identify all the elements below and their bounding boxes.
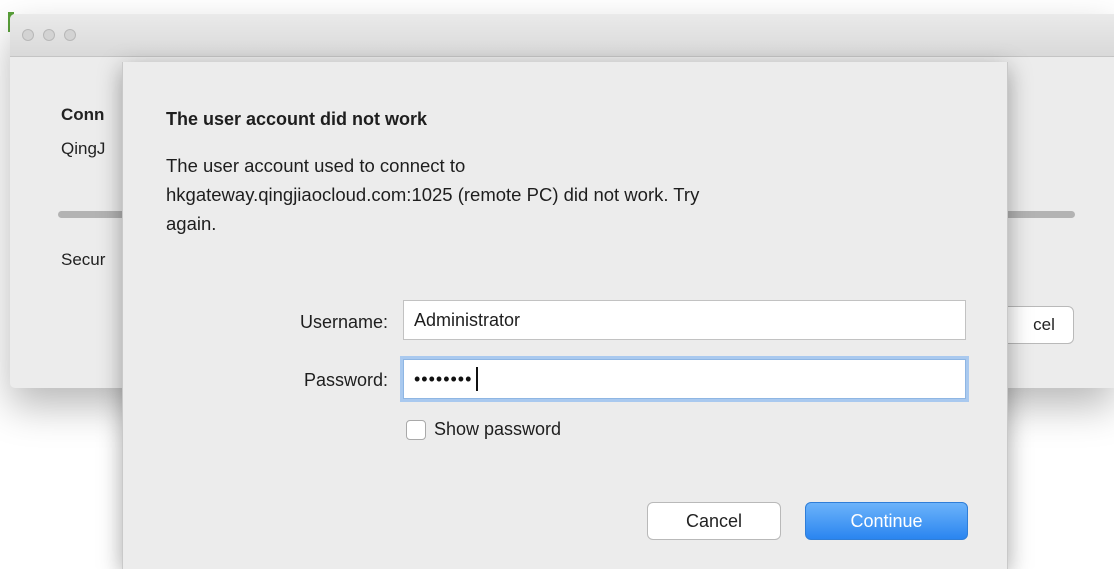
dialog-message-line: hkgateway.qingjiaocloud.com:1025 (remote… — [166, 184, 700, 205]
password-label: Password: — [303, 370, 388, 390]
connection-progress-bar-right — [1006, 211, 1075, 218]
show-password-toggle[interactable]: Show password — [406, 419, 561, 440]
continue-button[interactable]: Continue — [805, 502, 968, 540]
background-content-left: Conn QingJ Secur — [10, 14, 123, 388]
dialog-title: The user account did not work — [166, 109, 428, 129]
username-field[interactable]: Administrator — [403, 300, 966, 340]
username-label: Username: — [299, 312, 388, 332]
show-password-label[interactable]: Show password — [434, 419, 561, 440]
connection-cancel-button[interactable]: cel — [1006, 306, 1074, 344]
text-cursor — [476, 367, 479, 391]
connection-cancel-label: cel — [1033, 315, 1055, 334]
window-titlebar — [10, 14, 1114, 57]
screen: Conn QingJ Secur cel The user account di… — [0, 0, 1114, 569]
password-masked-value: •••••••• — [414, 368, 473, 389]
cancel-button[interactable]: Cancel — [647, 502, 781, 540]
connection-status-text: Secur — [61, 250, 106, 269]
dialog-message: The user account used to connect to hkga… — [166, 151, 976, 238]
username-value: Administrator — [414, 309, 521, 330]
credentials-sheet: The user account did not work The user a… — [122, 62, 1008, 569]
dialog-message-line: again. — [166, 213, 217, 234]
background-content-right: cel — [1006, 14, 1114, 388]
connection-app-name: QingJ — [61, 139, 106, 158]
connection-progress-bar — [58, 211, 123, 218]
dialog-message-line: The user account used to connect to — [166, 155, 466, 176]
password-field[interactable]: •••••••• — [403, 359, 966, 399]
show-password-checkbox[interactable] — [406, 419, 426, 440]
connection-heading: Conn — [61, 105, 105, 124]
